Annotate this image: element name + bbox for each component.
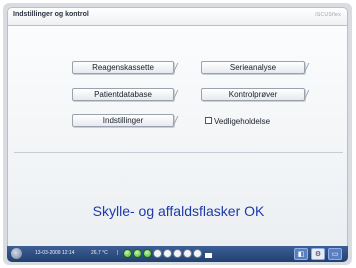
settings-button[interactable]: Indstillinger: [72, 114, 174, 127]
status-indicator: [133, 249, 142, 258]
status-indicator: [173, 249, 182, 258]
reagent-cassette-button[interactable]: Reagenskassette: [72, 61, 174, 74]
status-indicator: [183, 249, 192, 258]
datetime: 13-03-2009 12:14: [35, 250, 75, 256]
level-bar: [205, 253, 212, 258]
gear-icon[interactable]: ⚙: [311, 248, 325, 260]
divider: [14, 152, 343, 153]
system-logo-icon[interactable]: [11, 248, 22, 259]
maintenance-label: Vedligeholdelse: [214, 117, 271, 126]
patient-database-button[interactable]: Patientdatabase: [72, 88, 174, 101]
maintenance-checkbox[interactable]: Vedligeholdelse: [205, 117, 270, 126]
taskbar: 13-03-2009 12:14 26,7 °C | ◧ ⚙ ▭: [7, 246, 348, 262]
main-panel: Reagenskassette Serieanalyse Patientdata…: [7, 26, 348, 246]
control-samples-button[interactable]: Kontrolprøver: [201, 88, 305, 101]
checkbox-box[interactable]: [205, 117, 212, 124]
status-indicator: [143, 249, 152, 258]
status-message: Skylle- og affaldsflasker OK: [92, 203, 265, 219]
status-icon[interactable]: ◧: [294, 248, 308, 260]
brand-logo: ISCUSflex: [315, 12, 341, 18]
window-title: Indstillinger og kontrol: [13, 11, 89, 18]
status-indicator: [153, 249, 162, 258]
app-window: Indstillinger og kontrol ISCUSflex Reage…: [3, 3, 352, 265]
series-analysis-button[interactable]: Serieanalyse: [201, 61, 305, 74]
temperature: 26,7 °C: [91, 250, 108, 256]
taskbar-separator: |: [117, 250, 119, 256]
status-indicator: [193, 249, 202, 258]
folder-icon[interactable]: ▭: [328, 248, 342, 260]
status-indicator: [123, 249, 132, 258]
title-bar: Indstillinger og kontrol ISCUSflex: [7, 7, 348, 26]
status-indicator: [163, 249, 172, 258]
